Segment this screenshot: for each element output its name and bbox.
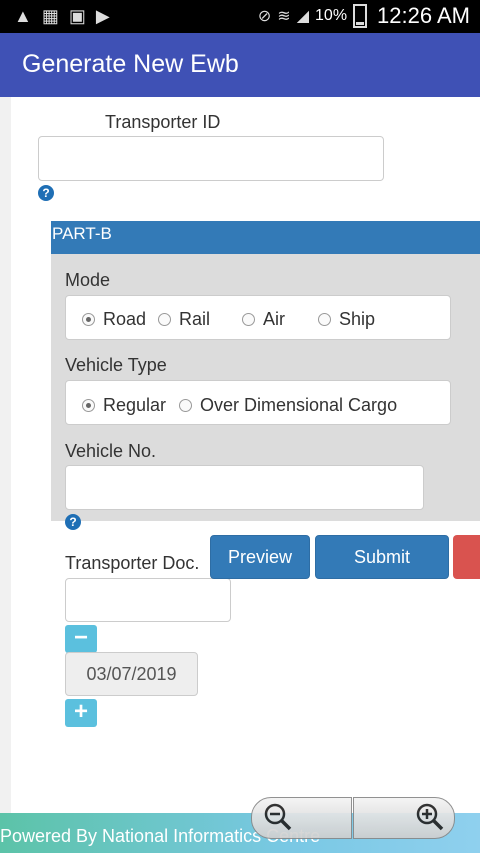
zoom-in-icon [416,803,444,831]
mode-air-option[interactable]: Air [242,309,285,330]
wifi-icon: ≋ [277,8,291,25]
transporter-doc-input[interactable] [65,578,231,622]
radio-regular[interactable] [82,399,95,412]
part-b-header: PART-B [51,221,480,254]
signal-icon: ◢ [296,8,310,25]
clock: 12:26 AM [377,3,470,28]
notification-icons: ▲ ▦ ▣ ▶ [14,6,110,27]
zoom-out-icon [264,803,292,831]
radio-road[interactable] [82,313,95,326]
transporter-id-label: Transporter ID [105,112,221,132]
mode-road-option[interactable]: Road [82,309,146,330]
transporter-doc-date[interactable]: 03/07/2019 [65,652,198,696]
radio-rail[interactable] [158,313,171,326]
battery-icon [353,4,368,28]
status-right: ⊘ ≋ ◢ 10% 12:26 AM [258,3,470,29]
vehicle-no-input[interactable] [65,465,424,510]
page-title: Generate New Ewb [22,50,239,78]
plus-button[interactable]: + [65,699,97,727]
minus-button[interactable]: − [65,625,97,653]
radio-odc-label: Over Dimensional Cargo [200,395,398,415]
mute-icon: ⊘ [257,8,272,25]
vehicle-no-label: Vehicle No. [65,441,157,461]
preview-button[interactable]: Preview [210,535,310,579]
vehicle-type-odc-option[interactable]: Over Dimensional Cargo [179,395,397,416]
help-icon[interactable]: ? [65,514,81,530]
radio-road-label: Road [103,309,147,329]
radio-ship-label: Ship [339,309,376,329]
status-bar: ▲ ▦ ▣ ▶ ⊘ ≋ ◢ 10% 12:26 AM [0,0,480,33]
radio-air-label: Air [263,309,285,329]
zoom-out-button[interactable] [251,797,352,839]
app-bar: Generate New Ewb [0,33,480,97]
radio-ship[interactable] [318,313,331,326]
cleaner-icon: ▲ [14,6,32,26]
radio-odc[interactable] [179,399,192,412]
play-store-icon: ▶ [95,6,110,26]
submit-button[interactable]: Submit [315,535,449,579]
mode-rail-option[interactable]: Rail [158,309,210,330]
transporter-doc-label: Transporter Doc. [65,553,200,573]
left-gutter [0,97,11,813]
cancel-button[interactable] [453,535,480,579]
transporter-id-input[interactable] [38,136,384,181]
image-icon: ▣ [68,6,86,26]
vehicle-type-regular-option[interactable]: Regular [82,395,166,416]
help-icon[interactable]: ? [38,185,54,201]
mode-ship-option[interactable]: Ship [318,309,375,330]
zoom-in-button[interactable] [353,797,455,839]
vehicle-type-label: Vehicle Type [65,355,167,375]
radio-regular-label: Regular [103,395,167,415]
mode-label: Mode [65,270,111,290]
battery-percent: 10% [315,7,348,24]
document-icon: ▦ [41,6,59,26]
radio-rail-label: Rail [179,309,211,329]
radio-air[interactable] [242,313,255,326]
